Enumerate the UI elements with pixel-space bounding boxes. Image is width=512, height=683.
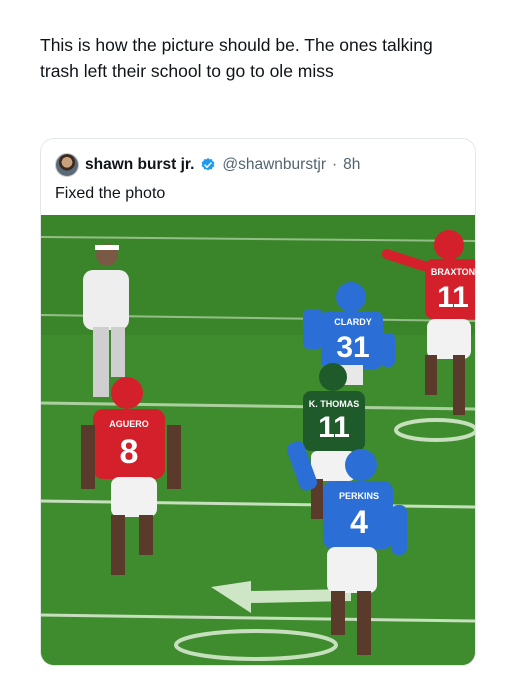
quoted-tweet-text: Fixed the photo [55, 185, 166, 202]
player-number-k-thomas: 11 [318, 411, 350, 444]
player-name-k-thomas: K. THOMAS [309, 399, 360, 409]
player-name-clardy: CLARDY [334, 317, 372, 327]
post-text: This is how the picture should be. The o… [40, 35, 433, 81]
player-name-perkins: PERKINS [339, 491, 379, 501]
player-name-braxton: BRAXTON [431, 267, 475, 277]
player-name-aguero: AGUERO [109, 419, 149, 429]
avatar[interactable] [55, 153, 79, 177]
separator-dot: · [332, 156, 338, 173]
football-field-illustration: BRAXTON 11 CLARDY 31 K. THOMAS 11 AGUERO… [41, 215, 475, 665]
timestamp[interactable]: 8h [343, 156, 360, 174]
football-photo[interactable]: BRAXTON 11 CLARDY 31 K. THOMAS 11 AGUERO… [41, 215, 475, 665]
author-name[interactable]: shawn burst jr. [85, 156, 194, 174]
author-handle[interactable]: @shawnburstjr [222, 156, 326, 174]
player-number-clardy: 31 [336, 331, 369, 364]
quoted-tweet-header: shawn burst jr. @shawnburstjr · 8h [55, 153, 360, 177]
verified-badge-icon [201, 158, 215, 171]
quoted-tweet-card[interactable]: shawn burst jr. @shawnburstjr · 8h Fixed t… [40, 138, 476, 666]
player-number-perkins: 4 [350, 504, 368, 540]
player-number-braxton: 11 [437, 281, 469, 314]
player-number-aguero: 8 [120, 433, 139, 471]
